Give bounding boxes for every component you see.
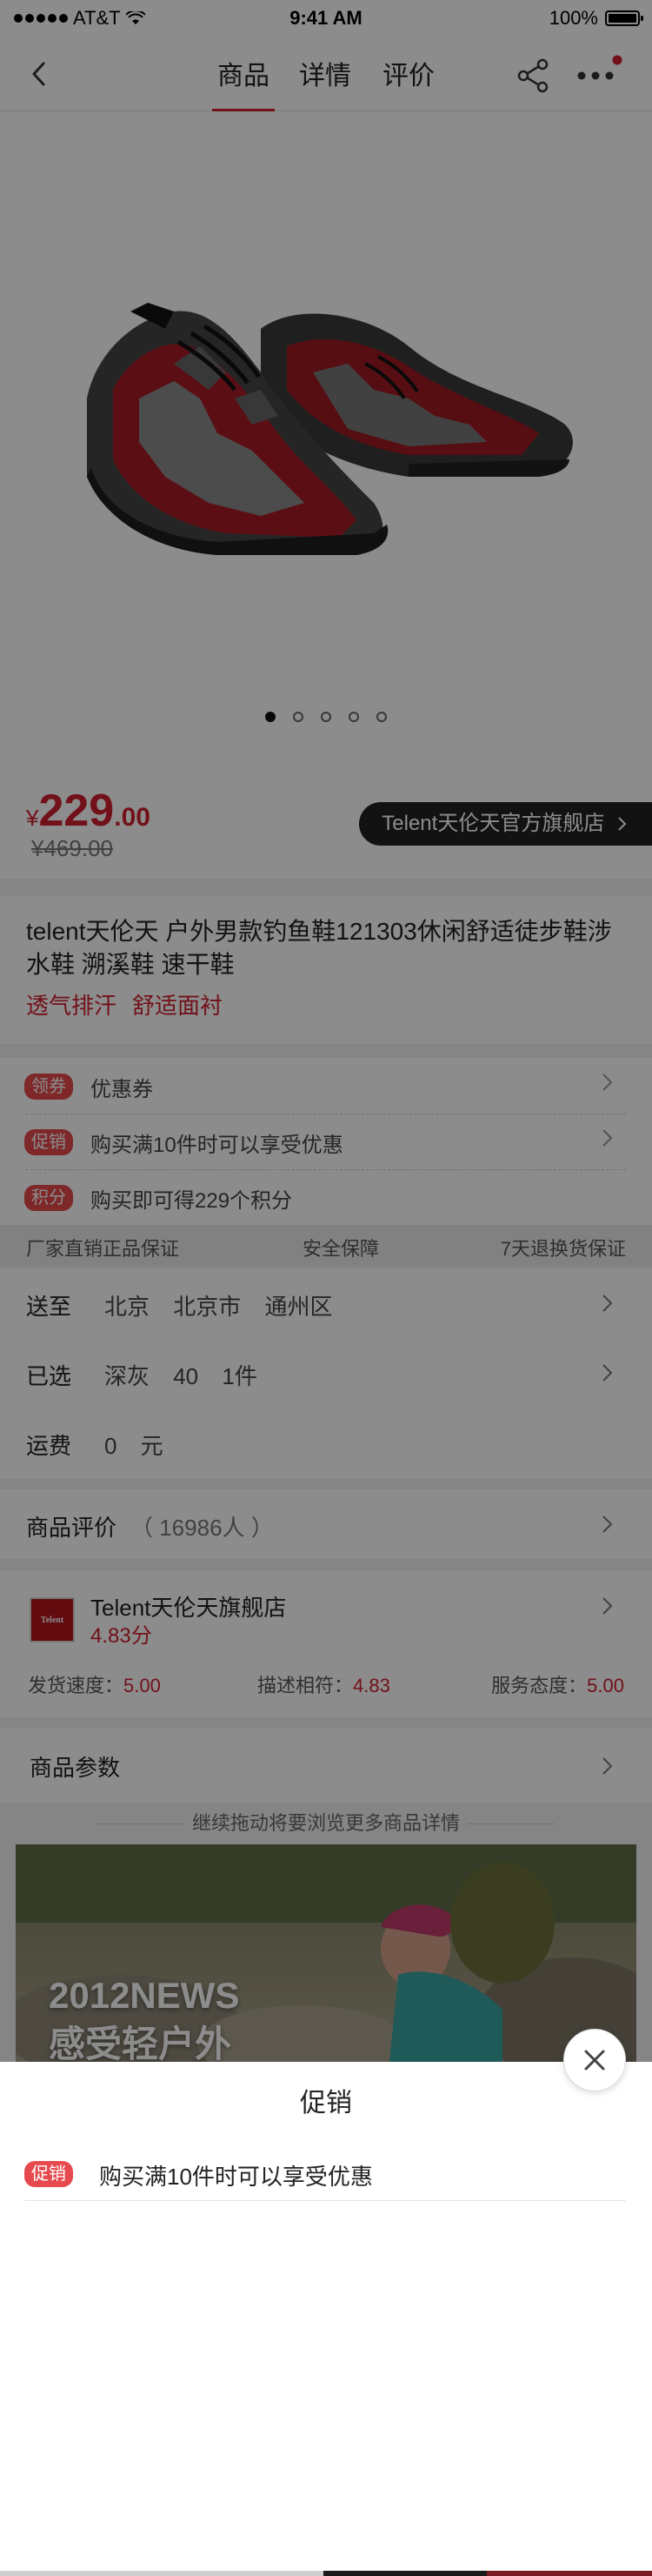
sheet-promotion-badge: 促销 [24, 2161, 73, 2187]
bottom-bar [0, 2571, 652, 2576]
close-button[interactable] [563, 2029, 626, 2091]
sheet-promotion-item: 促销 购买满10件时可以享受优惠 [24, 2144, 626, 2201]
close-icon [584, 2050, 605, 2071]
modal-overlay[interactable] [0, 0, 652, 2062]
sheet-promotion-text: 购买满10件时可以享受优惠 [99, 2164, 373, 2190]
promotion-sheet: 促销 促销 购买满10件时可以享受优惠 [0, 2062, 652, 2576]
sheet-title: 促销 [300, 2089, 352, 2118]
